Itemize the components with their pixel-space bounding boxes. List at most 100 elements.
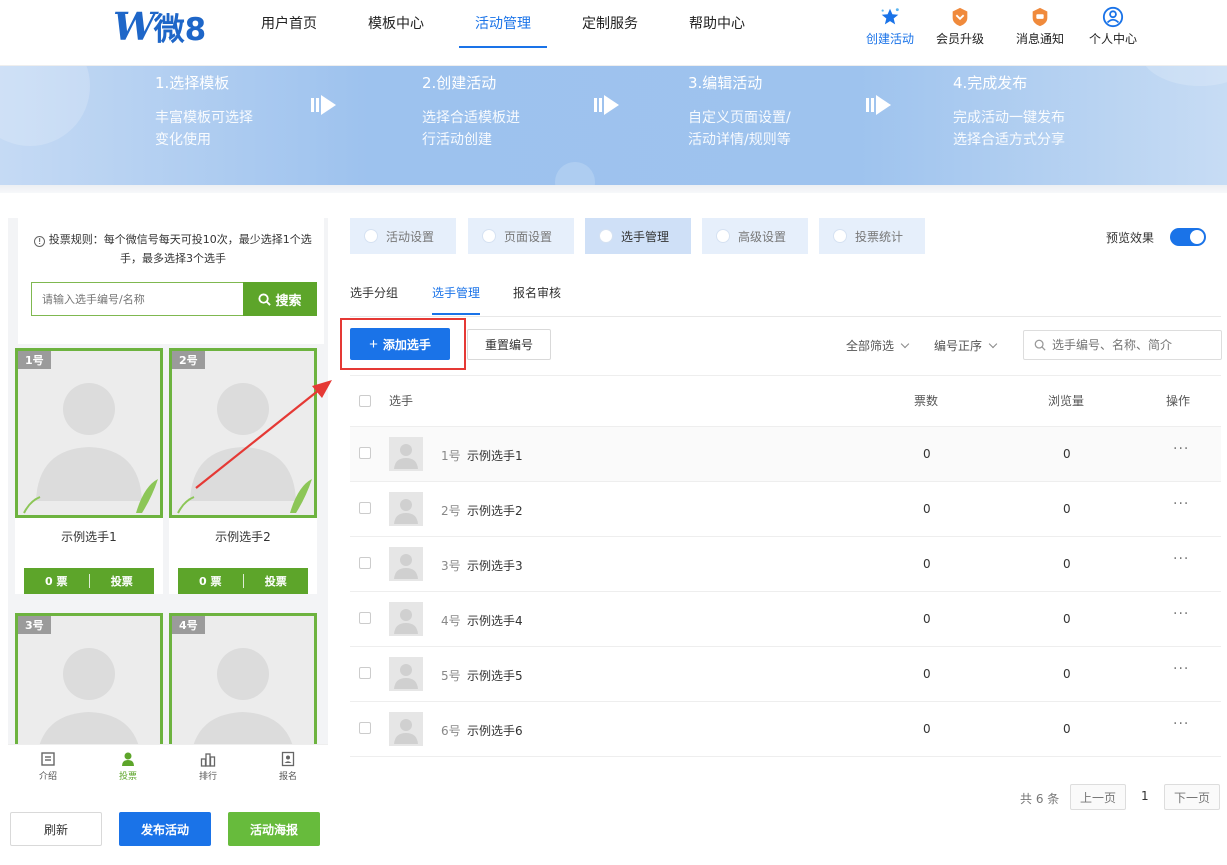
- tab-player-management[interactable]: 选手管理: [585, 218, 691, 254]
- tab-label: 活动设置: [386, 229, 435, 244]
- tab-advanced-settings[interactable]: 高级设置: [702, 218, 808, 254]
- avatar-placeholder-icon: [39, 648, 139, 744]
- tabbar-label: 排行: [198, 772, 217, 782]
- brand-logo[interactable]: W 微8: [113, 4, 206, 49]
- tab-activity-settings[interactable]: 活动设置: [350, 218, 456, 254]
- step-arrow-icon: [311, 95, 336, 115]
- avatar-placeholder-icon: [23, 383, 158, 514]
- vote-rule-box: ! 投票规则：每个微信号每天可投10次，最少选择1个选 手，最多选择3个选手 搜…: [18, 218, 324, 344]
- step-desc-line2: 选择合适方式分享: [953, 132, 1065, 148]
- player-avatar: [389, 547, 423, 581]
- row-name: 示例选手1: [467, 449, 523, 463]
- step-desc-line1: 选择合适模板进: [422, 110, 520, 126]
- table-row[interactable]: 5号 示例选手5 0 0 ···: [350, 647, 1221, 702]
- ranking-icon: [200, 753, 216, 767]
- player-card[interactable]: 3号: [15, 613, 163, 744]
- row-checkbox[interactable]: [359, 557, 371, 569]
- row-checkbox[interactable]: [359, 667, 371, 679]
- player-photo: 4号: [169, 613, 317, 744]
- player-avatar: [389, 657, 423, 691]
- search-icon: [258, 292, 272, 306]
- more-actions-icon[interactable]: ···: [1173, 716, 1189, 732]
- table-row[interactable]: 4号 示例选手4 0 0 ···: [350, 592, 1221, 647]
- user-circle-icon: [1102, 6, 1124, 28]
- nav-item-custom-service[interactable]: 定制服务: [566, 0, 654, 48]
- tabbar-item-vote[interactable]: 投票: [88, 745, 168, 788]
- nav-item-activity-management[interactable]: 活动管理: [459, 0, 547, 48]
- refresh-button[interactable]: 刷新: [10, 812, 102, 846]
- table-row[interactable]: 3号 示例选手3 0 0 ···: [350, 537, 1221, 592]
- col-votes: 票数: [914, 394, 939, 408]
- table-row[interactable]: 6号 示例选手6 0 0 ···: [350, 702, 1221, 757]
- personal-center-button[interactable]: 个人中心: [1078, 6, 1148, 47]
- row-views: 0: [1063, 722, 1071, 736]
- tab-vote-statistics[interactable]: 投票统计: [819, 218, 925, 254]
- subtab-player-management[interactable]: 选手管理: [432, 284, 481, 315]
- player-avatar: [389, 437, 423, 471]
- stats-icon: [833, 229, 847, 243]
- current-page[interactable]: 1: [1141, 789, 1149, 803]
- row-checkbox[interactable]: [359, 502, 371, 514]
- player-search-input[interactable]: [1052, 338, 1212, 352]
- row-checkbox[interactable]: [359, 722, 371, 734]
- row-views: 0: [1063, 557, 1071, 571]
- tabbar-item-signup[interactable]: 报名: [248, 745, 328, 788]
- filter-all-label: 全部筛选: [846, 339, 895, 353]
- more-actions-icon[interactable]: ···: [1173, 551, 1189, 567]
- more-actions-icon[interactable]: ···: [1173, 661, 1189, 677]
- row-name: 示例选手2: [467, 504, 523, 518]
- filter-all-dropdown[interactable]: 全部筛选: [846, 337, 910, 354]
- more-actions-icon[interactable]: ···: [1173, 496, 1189, 512]
- tabbar-item-intro[interactable]: 介绍: [8, 745, 88, 788]
- row-checkbox[interactable]: [359, 612, 371, 624]
- preview-effect-toggle[interactable]: [1170, 228, 1206, 246]
- highlight-box: [340, 318, 466, 370]
- sub-tabs: 选手分组 选手管理 报名审核: [350, 275, 1221, 317]
- tab-page-settings[interactable]: 页面设置: [468, 218, 574, 254]
- preview-search-button[interactable]: 搜索: [243, 282, 317, 316]
- row-number: 2号: [441, 504, 461, 518]
- row-views: 0: [1063, 502, 1071, 516]
- create-activity-button[interactable]: 创建活动: [855, 6, 925, 47]
- settings-icon: [716, 229, 730, 243]
- vote-button[interactable]: 0 票 投票: [24, 568, 154, 594]
- table-row[interactable]: 2号 示例选手2 0 0 ···: [350, 482, 1221, 537]
- preview-search-input[interactable]: [31, 282, 243, 316]
- reset-number-button[interactable]: 重置编号: [467, 329, 551, 360]
- col-player: 选手: [389, 394, 414, 408]
- heart-icon: [364, 229, 378, 243]
- col-ops: 操作: [1166, 394, 1191, 408]
- notifications-button[interactable]: 消息通知: [1005, 6, 1075, 47]
- more-actions-icon[interactable]: ···: [1173, 441, 1189, 457]
- nav-item-home[interactable]: 用户首页: [245, 0, 333, 48]
- table-row[interactable]: 1号 示例选手1 0 0 ···: [350, 427, 1221, 482]
- sort-order-dropdown[interactable]: 编号正序: [934, 337, 998, 354]
- row-number: 4号: [441, 614, 461, 628]
- chevron-down-icon: [900, 339, 910, 349]
- vote-button[interactable]: 0 票 投票: [178, 568, 308, 594]
- more-actions-icon[interactable]: ···: [1173, 606, 1189, 622]
- avatar-placeholder-icon: [394, 444, 418, 469]
- vote-label: 投票: [264, 575, 287, 588]
- nav-item-templates[interactable]: 模板中心: [352, 0, 440, 48]
- subtab-player-groups[interactable]: 选手分组: [350, 284, 398, 313]
- activity-poster-button[interactable]: 活动海报: [228, 812, 320, 846]
- next-page-button[interactable]: 下一页: [1164, 784, 1220, 810]
- publish-activity-button[interactable]: 发布活动: [119, 812, 211, 846]
- subtab-signup-review[interactable]: 报名审核: [513, 284, 561, 313]
- search-icon: [1034, 339, 1046, 351]
- player-card[interactable]: 4号: [169, 613, 317, 744]
- chevron-down-icon: [988, 339, 998, 349]
- player-name: 示例选手1: [61, 530, 117, 544]
- tabbar-item-ranking[interactable]: 排行: [168, 745, 248, 788]
- row-votes: 0: [923, 502, 931, 516]
- player-number: 4号: [172, 616, 205, 634]
- step-arrow-icon: [594, 95, 619, 115]
- tabbar-label: 介绍: [38, 772, 57, 782]
- row-checkbox[interactable]: [359, 447, 371, 459]
- nav-item-help[interactable]: 帮助中心: [673, 0, 761, 48]
- vip-upgrade-button[interactable]: 会员升级: [925, 6, 995, 47]
- select-all-checkbox[interactable]: [359, 395, 371, 407]
- prev-page-button[interactable]: 上一页: [1070, 784, 1126, 810]
- player-card[interactable]: 1号 示例选手1 0 票 投票: [15, 348, 163, 594]
